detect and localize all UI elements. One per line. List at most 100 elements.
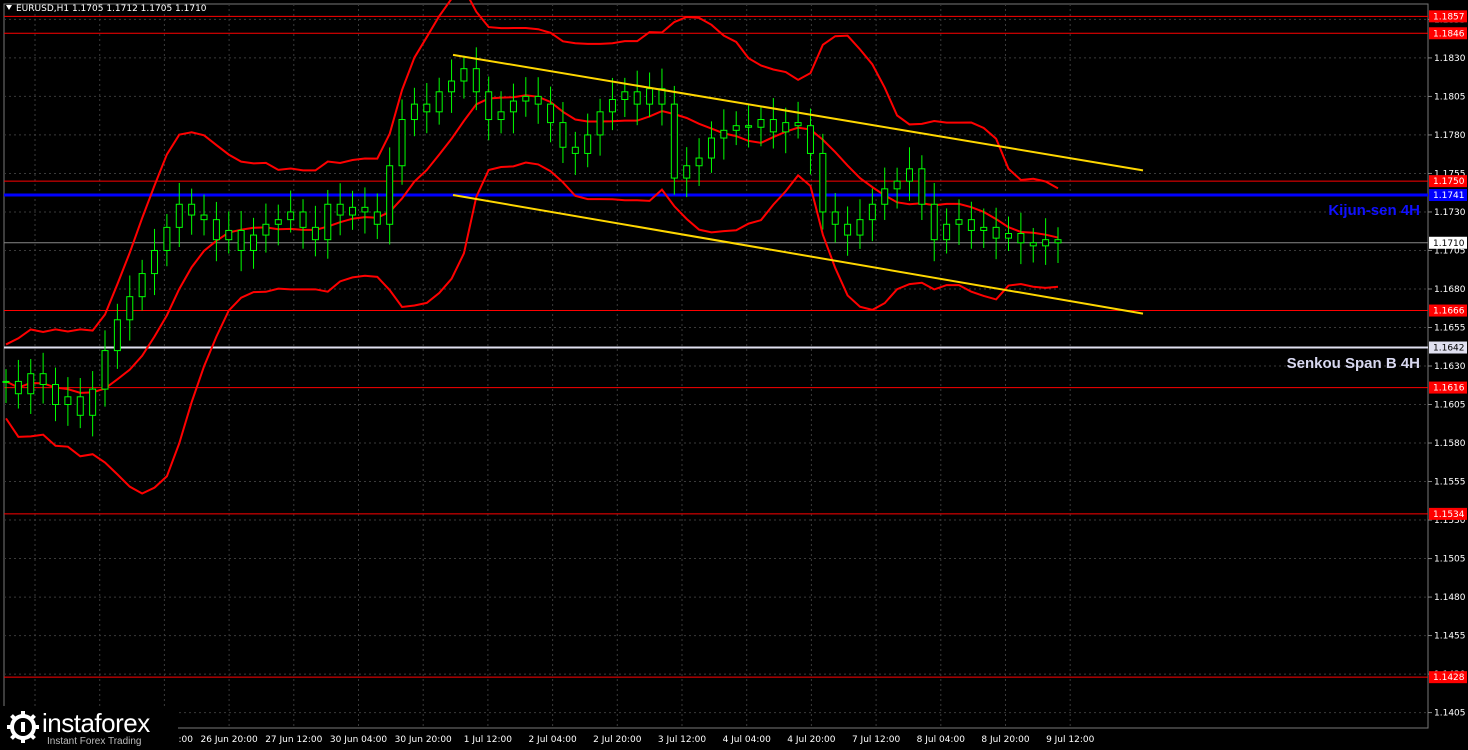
senkou-span-label: Senkou Span B 4H <box>1286 355 1420 372</box>
level-tag-label: 1.1666 <box>1433 307 1465 317</box>
current-price-label: 1.1710 <box>1433 239 1465 249</box>
candle-body <box>163 226 171 251</box>
candle-body <box>782 122 790 133</box>
x-tick-label: 2 Jul 04:00 <box>528 735 577 745</box>
level-tag-label: 1.1428 <box>1433 673 1465 683</box>
level-tag-label: 1.1534 <box>1433 510 1465 520</box>
candle-body <box>856 219 864 236</box>
x-tick-label: 26 Jun 20:00 <box>201 735 258 745</box>
candle-body <box>373 211 381 225</box>
candle-body <box>806 125 814 154</box>
candle-body <box>893 180 901 190</box>
x-tick-label: 8 Jul 04:00 <box>917 735 966 745</box>
instaforex-logo: instaforex Instant Forex Trading <box>2 706 178 748</box>
candle-body <box>633 91 641 105</box>
candle-body <box>992 226 1000 239</box>
candle-body <box>2 380 10 383</box>
candle-body <box>918 168 926 205</box>
y-tick-label: 1.1630 <box>1434 362 1466 372</box>
y-tick-label: 1.1505 <box>1434 555 1466 565</box>
candle-body <box>720 129 728 139</box>
candle-body <box>1042 239 1050 247</box>
x-tick-label: 4 Jul 04:00 <box>723 735 772 745</box>
y-tick-label: 1.1830 <box>1434 54 1466 64</box>
y-tick-label: 1.1605 <box>1434 401 1466 411</box>
brand-tagline: Instant Forex Trading <box>47 736 142 747</box>
candle-body <box>955 219 963 225</box>
candle-body <box>113 319 121 352</box>
level-tag-label: 1.1750 <box>1433 177 1465 187</box>
candle-body <box>423 103 431 113</box>
candle-body <box>868 203 876 221</box>
y-tick-label: 1.1455 <box>1434 632 1466 642</box>
y-tick-label: 1.1780 <box>1434 131 1466 141</box>
candle-body <box>64 396 72 406</box>
candle-body <box>819 152 827 213</box>
level-tag-label: 1.1741 <box>1433 191 1465 201</box>
candle-body <box>559 122 567 148</box>
candle-body <box>584 134 592 154</box>
candle-body <box>52 383 60 406</box>
candle-body <box>262 223 270 236</box>
candle-body <box>707 137 715 159</box>
y-tick-label: 1.1580 <box>1434 439 1466 449</box>
candle-body <box>287 211 295 221</box>
level-tag-label: 1.1857 <box>1433 12 1465 22</box>
horizontal-levels <box>4 15 1428 678</box>
candle-body <box>769 119 777 133</box>
candle-body <box>980 226 988 231</box>
candle-body <box>89 388 97 416</box>
candle-body <box>905 168 913 182</box>
x-tick-label: 1 Jul 12:00 <box>464 735 513 745</box>
candle-body <box>311 226 319 241</box>
candle-body <box>571 146 579 154</box>
candle-body <box>732 125 740 131</box>
chart-grid <box>3 3 1429 729</box>
candle-body <box>943 223 951 241</box>
candle-body <box>274 219 282 225</box>
channel-upper-line <box>452 53 1144 172</box>
candle-body <box>621 91 629 101</box>
candle-body <box>534 95 542 105</box>
candle-body <box>683 165 691 179</box>
candle-body <box>175 203 183 228</box>
candle-body <box>460 68 468 82</box>
candle-body <box>1017 233 1025 244</box>
candle-body <box>472 68 480 93</box>
candle-body <box>522 95 530 102</box>
candle-body <box>794 122 802 127</box>
candle-body <box>608 99 616 113</box>
candle-body <box>757 119 765 128</box>
candle-body <box>509 100 517 113</box>
candle-body <box>967 219 975 231</box>
candle-body <box>299 211 307 228</box>
candle-body <box>126 296 134 321</box>
candle-body <box>1029 242 1037 247</box>
candle-body <box>361 206 369 213</box>
candle-body <box>435 91 443 113</box>
candle-body <box>398 119 406 167</box>
y-tick-label: 1.1730 <box>1434 208 1466 218</box>
candle-body <box>881 188 889 205</box>
candle-body <box>188 203 196 216</box>
candle-body <box>670 103 678 179</box>
level-tag-label: 1.1642 <box>1433 344 1465 354</box>
candle-body <box>151 249 159 275</box>
candle-body <box>76 396 84 416</box>
candle-body <box>695 157 703 167</box>
price-axis: 1.18551.18301.18051.17801.17551.17301.17… <box>1428 10 1467 719</box>
candle-body <box>349 206 357 216</box>
candle-body <box>646 88 654 105</box>
x-tick-label: 9 Jul 12:00 <box>1046 735 1095 745</box>
candle-body <box>14 380 22 395</box>
chart-title: EURUSD,H1 1.1705 1.1712 1.1705 1.1710 <box>6 4 207 14</box>
candle-body <box>1054 239 1062 244</box>
candle-body <box>225 229 233 241</box>
x-tick-label: 2 Jul 20:00 <box>593 735 642 745</box>
candles <box>2 47 1062 437</box>
candle-body <box>596 111 604 136</box>
candle-body <box>336 203 344 216</box>
band-upper <box>5 0 1059 346</box>
candle-body <box>324 203 332 241</box>
x-tick-label: 30 Jun 20:00 <box>395 735 452 745</box>
